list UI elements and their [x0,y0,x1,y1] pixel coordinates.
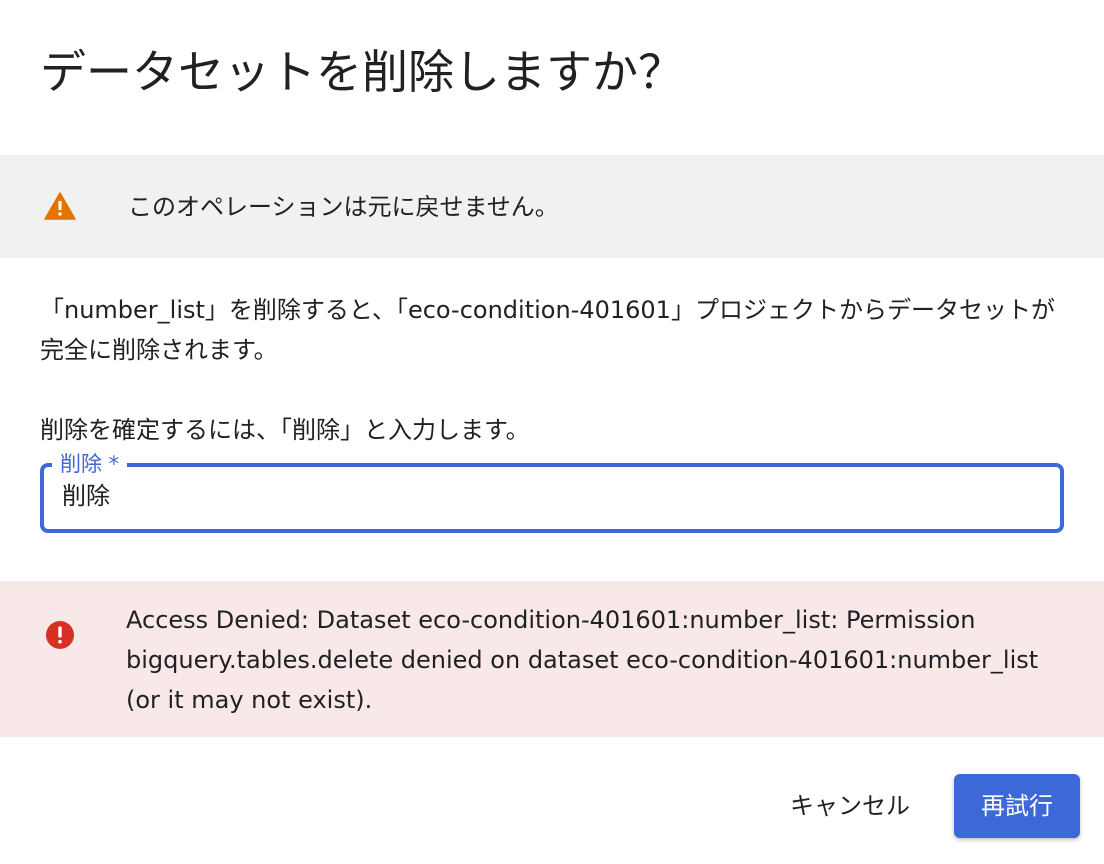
cancel-button[interactable]: キャンセル [770,776,930,836]
warning-triangle-icon [44,192,76,220]
confirm-field-label: 削除 * [52,450,128,478]
confirm-delete-field[interactable] [40,463,1064,533]
warning-message: このオペレーションは元に戻せません。 [128,193,559,221]
retry-button[interactable]: 再試行 [954,774,1080,838]
dialog-title: データセットを削除しますか？ [40,45,684,99]
confirm-instruction: 削除を確定するには、「削除」と入力します。 [40,416,530,444]
confirm-delete-input[interactable] [62,479,1022,513]
delete-dataset-dialog: データセットを削除しますか？ このオペレーションは元に戻せません。 「numbe… [0,0,1104,864]
delete-description: 「number_list」を削除すると、「eco-condition-40160… [40,296,1055,364]
error-circle-icon [45,620,75,650]
error-message: Access Denied: Dataset eco-condition-401… [126,606,1039,714]
